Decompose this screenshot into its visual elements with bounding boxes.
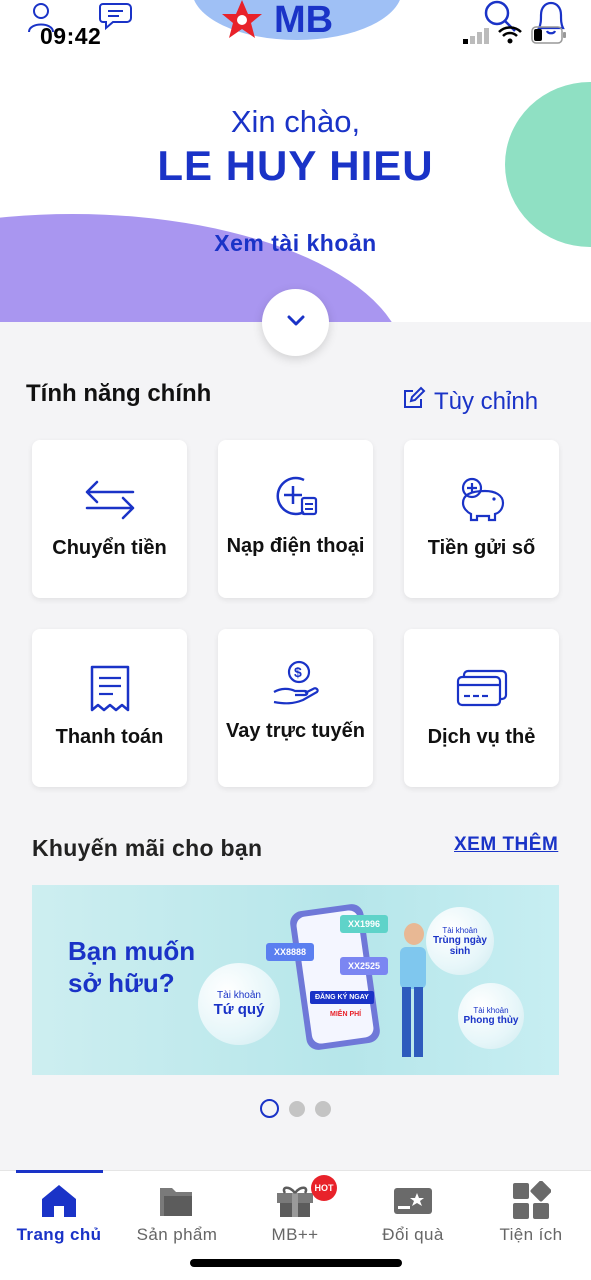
bubble-title: Tứ quý (213, 1001, 265, 1018)
bubble-title: Phong thủy (463, 1015, 519, 1026)
receipt-icon (80, 659, 140, 719)
edit-icon (402, 386, 426, 417)
feature-label: Thanh toán (55, 726, 164, 748)
status-bar: 09:42 MB (0, 0, 591, 52)
transfer-arrows-icon (80, 470, 140, 530)
chat-support-icon[interactable] (99, 0, 135, 37)
pagination-dot[interactable] (289, 1100, 305, 1117)
loan-hand-icon: $ (266, 653, 326, 713)
bubble-caption: Tài khoản (442, 925, 478, 935)
feature-card-loan[interactable]: $ Vay trực tuyến (218, 629, 373, 787)
banner-bubble-phong-thuy: Tài khoản Phong thủy (458, 983, 524, 1049)
feature-label: Tiền gửi số (427, 537, 536, 559)
hero-section: 09:42 MB Xin chào, LE HUY HIEU Xem tài k… (0, 0, 591, 322)
customize-button[interactable]: Tùy chỉnh (402, 386, 538, 417)
promotions-title: Khuyến mãi cho bạn (32, 835, 263, 861)
customize-label: Tùy chỉnh (434, 387, 539, 415)
pagination-dot[interactable] (315, 1100, 331, 1117)
home-indicator (190, 1259, 402, 1267)
see-more-link[interactable]: XEM THÊM (454, 834, 558, 856)
tab-label: Sản phẩm (136, 1225, 218, 1244)
tab-label: Trang chủ (16, 1225, 102, 1244)
feature-card-cards[interactable]: Dịch vụ thẻ (404, 629, 559, 787)
mb-logo: MB (218, 0, 358, 44)
feature-label: Chuyển tiền (52, 537, 167, 559)
gift-box-icon: HOT (275, 1175, 337, 1221)
bubble-caption: Tài khoản (473, 1006, 509, 1015)
tab-home[interactable]: Trang chủ (0, 1171, 118, 1251)
banner-bubble-tu-quy: Tài khoản Tứ quý (198, 963, 280, 1045)
greeting-text: Xin chào, (230, 104, 361, 139)
bubble-title: Trùng ngày sinh (433, 934, 487, 957)
status-time: 09:42 (40, 23, 102, 49)
grid-apps-icon (511, 1181, 551, 1221)
bubble-caption: Tài khoản (217, 990, 261, 1001)
tab-label: Đổi quà (382, 1225, 444, 1244)
banner-bubble-birthday: Tài khoản Trùng ngày sinh (426, 907, 494, 975)
expand-account-button[interactable] (262, 289, 329, 356)
card-icon (452, 659, 512, 719)
tab-utilities[interactable]: Tiện ích (472, 1171, 590, 1251)
tab-rewards[interactable]: Đổi quà (354, 1171, 472, 1251)
tab-products[interactable]: Sản phẩm (118, 1171, 236, 1251)
banner-pagination (260, 1099, 331, 1118)
wifi-icon (498, 25, 522, 50)
reward-ticket-icon (392, 1181, 434, 1221)
feature-card-transfer[interactable]: Chuyển tiền (32, 440, 187, 598)
pagination-dot[interactable] (260, 1099, 279, 1118)
view-account-link[interactable]: Xem tài khoản (0, 230, 591, 257)
feature-label: Dịch vụ thẻ (427, 726, 536, 748)
chevron-down-icon (286, 314, 306, 332)
banner-headline-line-2: sở hữu? (68, 968, 175, 998)
phone-free-label: MIỄN PHÍ (330, 1011, 362, 1018)
home-icon (40, 1181, 78, 1221)
phone-tag: XX1996 (340, 915, 389, 933)
topup-icon (266, 466, 326, 526)
signal-icon (463, 28, 491, 49)
mb-logo-text: MB (274, 0, 333, 41)
phone-register-button: ĐĂNG KÝ NGAY (310, 991, 374, 1004)
feature-card-savings[interactable]: Tiền gửi số (404, 440, 559, 598)
banner-headline-line-1: Bạn muốn (68, 936, 196, 966)
folder-icon (158, 1181, 196, 1221)
piggy-bank-icon (452, 470, 512, 530)
feature-label: Nạp điện thoại (226, 535, 365, 557)
hot-badge: HOT (311, 1175, 337, 1201)
main-features-title: Tính năng chính (26, 380, 212, 407)
tab-label: MB++ (271, 1225, 319, 1244)
user-name: LE HUY HIEU (157, 142, 434, 189)
svg-text:$: $ (294, 664, 302, 680)
tab-mbplus[interactable]: HOT MB++ (236, 1171, 354, 1251)
feature-label: Vay trực tuyến (226, 720, 365, 742)
banner-headline: Bạn muốn sở hữu? (68, 935, 195, 999)
feature-card-payment[interactable]: Thanh toán (32, 629, 187, 787)
battery-icon (531, 26, 567, 49)
tab-label: Tiện ích (499, 1225, 563, 1244)
feature-card-topup[interactable]: Nạp điện thoại (218, 440, 373, 598)
promo-banner[interactable]: Bạn muốn sở hữu? Tài khoản Tứ quý XX8888… (32, 885, 559, 1075)
phone-tag: XX8888 (266, 943, 315, 961)
phone-tag: XX2525 (340, 957, 389, 975)
